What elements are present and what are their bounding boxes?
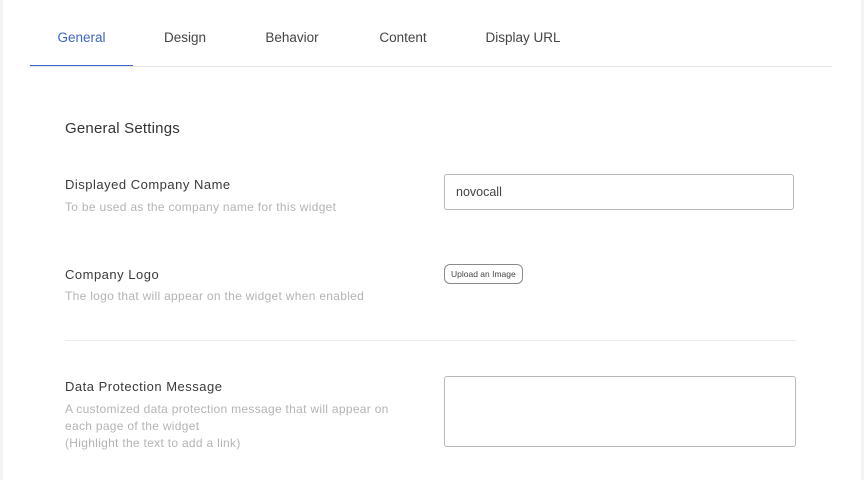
data-protection-textarea[interactable] [444, 376, 796, 447]
company-logo-label: Company Logo [65, 267, 160, 282]
data-protection-help: A customized data protection message tha… [65, 401, 425, 452]
company-name-input[interactable] [444, 174, 794, 210]
data-protection-help-line-2: each page of the widget [65, 419, 200, 433]
company-logo-help: The logo that will appear on the widget … [65, 289, 365, 303]
data-protection-label: Data Protection Message [65, 379, 223, 394]
tab-content[interactable]: Content [377, 0, 429, 66]
tab-behavior[interactable]: Behavior [264, 0, 320, 66]
company-name-help: To be used as the company name for this … [65, 200, 337, 214]
section-divider [65, 340, 796, 341]
settings-panel: General Design Behavior Content Display … [3, 0, 861, 480]
tab-display-url[interactable]: Display URL [485, 0, 561, 66]
data-protection-help-line-1: A customized data protection message tha… [65, 402, 389, 416]
tab-design[interactable]: Design [163, 0, 207, 66]
section-title: General Settings [65, 120, 180, 137]
company-name-label: Displayed Company Name [65, 177, 231, 192]
tab-general[interactable]: General [30, 0, 133, 66]
data-protection-help-line-3: (Highlight the text to add a link) [65, 436, 241, 450]
upload-image-button[interactable]: Upload an Image [444, 264, 523, 284]
tab-bar: General Design Behavior Content Display … [30, 0, 832, 67]
